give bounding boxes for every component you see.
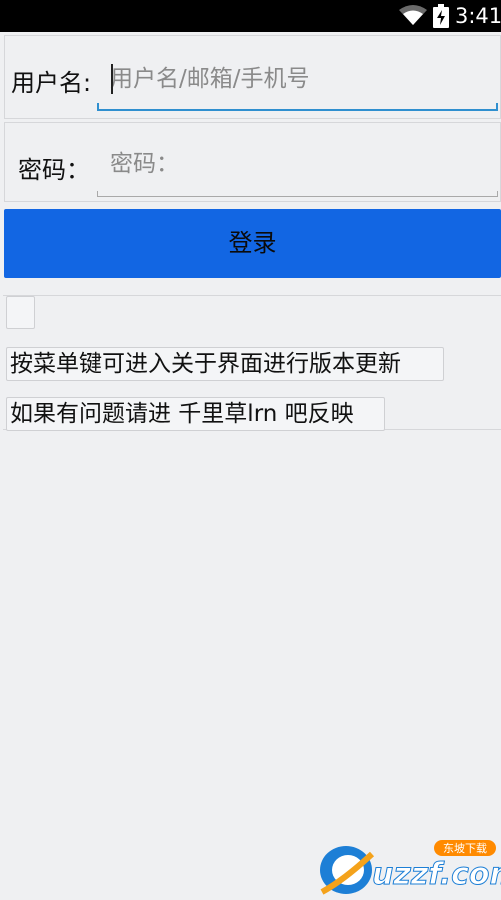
username-row: 用户名: [4, 35, 501, 119]
feedback-hint-text[interactable]: 如果有问题请进 千里草lrn 吧反映 [6, 397, 385, 431]
status-bar: 3:41 [0, 0, 501, 32]
watermark-badge-text: 东坡下载 [443, 842, 487, 855]
status-time: 3:41 [455, 4, 501, 28]
text-cursor [111, 64, 113, 94]
login-button[interactable]: 登录 [4, 209, 501, 278]
username-input[interactable] [110, 62, 490, 96]
wifi-icon [399, 5, 427, 25]
update-hint-text[interactable]: 按菜单键可进入关于界面进行版本更新 [6, 347, 444, 381]
username-input-underline [97, 103, 498, 111]
uzzf-watermark-logo: 东坡下载 uzzf.com [320, 840, 501, 895]
password-input-underline [97, 191, 498, 197]
battery-charging-icon [433, 4, 449, 28]
username-label: 用户名: [11, 69, 92, 97]
watermark-brand-text: uzzf.com [372, 857, 501, 892]
password-label: 密码： [18, 156, 90, 184]
checkbox[interactable] [6, 296, 35, 329]
password-row: 密码： [4, 122, 501, 202]
password-input[interactable] [110, 147, 490, 181]
